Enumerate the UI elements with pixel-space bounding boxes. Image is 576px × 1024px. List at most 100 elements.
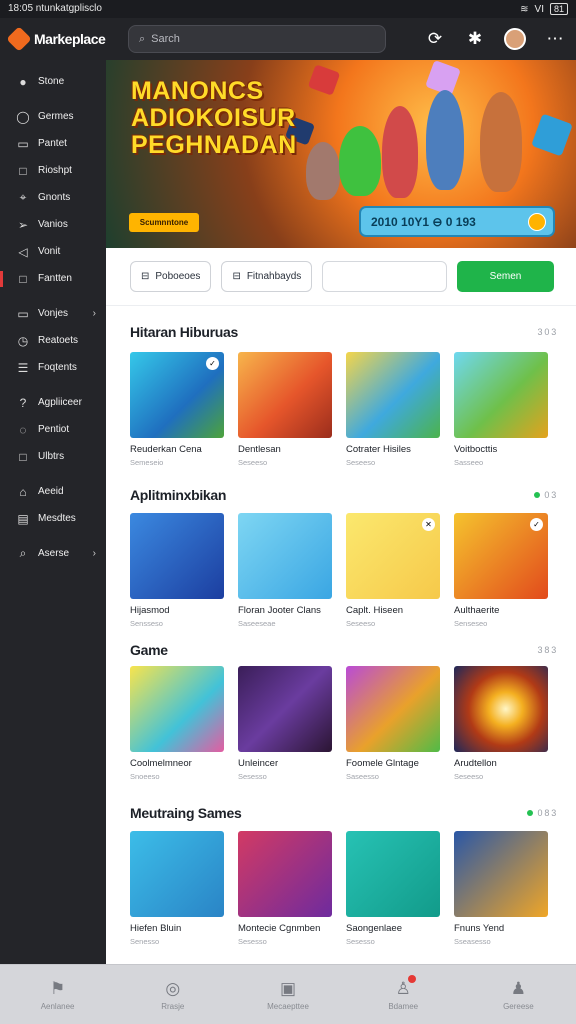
box-icon: □ <box>19 163 27 178</box>
sidebar-item-pentiot[interactable]: ◌ Pentiot <box>0 416 106 443</box>
card-subtitle: Sseasesso <box>454 937 491 946</box>
sidebar-item-label: Vonit <box>38 246 61 257</box>
sidebar-item-vonjes[interactable]: ▭ Vonjes › <box>0 300 106 327</box>
search-button[interactable]: Semen <box>457 261 554 292</box>
history-icon[interactable]: ⟳ <box>424 28 446 50</box>
sidebar-item-reatoets[interactable]: ◷ Reatoets <box>0 327 106 354</box>
sidebar-item-label: Ulbtrs <box>38 451 65 462</box>
tab-label: Gereese <box>503 1001 534 1011</box>
card-title: Floran Jooter Clans <box>238 605 321 616</box>
card-subtitle: Senseseo <box>454 619 488 628</box>
game-card[interactable]: Fnuns Yend Sseasesso <box>454 831 548 946</box>
hero-cta-button[interactable]: Scumnntone <box>129 213 199 232</box>
notification-dot-icon <box>407 975 416 983</box>
game-card[interactable]: Unleincer Sesesso <box>238 666 332 781</box>
card-title: Dentlesan <box>238 444 281 455</box>
filter-input[interactable] <box>322 261 447 292</box>
filter-chip-fitnahbayds[interactable]: ⊟ Fitnahbayds <box>221 261 313 292</box>
game-thumbnail <box>454 831 548 917</box>
tab-mecaepttee[interactable]: ▣ Mecaepttee <box>230 965 345 1024</box>
sidebar-item-vanios[interactable]: ➢ Vanios <box>0 211 106 238</box>
chevron-right-icon: › <box>92 548 96 559</box>
game-thumbnail: ✓ <box>130 352 224 438</box>
game-thumbnail <box>454 666 548 752</box>
avatar[interactable] <box>504 28 526 50</box>
card-title: Reuderkan Cena <box>130 444 202 455</box>
tab-label: Mecaepttee <box>267 1001 309 1011</box>
sidebar-item-label: Aeeid <box>38 486 64 497</box>
card-grid: Hiefen Bluin Senesso Montecie Cgnmben Sese… <box>130 831 556 946</box>
game-card[interactable]: Dentlesan Seseeso <box>238 352 332 467</box>
message-icon: ◌ <box>19 422 27 437</box>
game-card[interactable]: Hiefen Bluin Senesso <box>130 831 224 946</box>
app-logo[interactable]: Markeplace <box>6 26 128 52</box>
game-card[interactable]: Saongenlaee Sesesso <box>346 831 440 946</box>
user-icon: ♟ <box>510 978 527 998</box>
section-hitaran: Hitaran Hiburuas 3 0 3 ✓ Reuderkan Cena Se… <box>106 306 576 467</box>
sidebar-item-stone[interactable]: ● Stone <box>0 68 106 95</box>
hero-title: MANONCS ADIOKOISUR PEGHNADAN <box>131 78 297 159</box>
pin-icon: ⌖ <box>19 190 27 204</box>
tab-gereese[interactable]: ♟ Gereese <box>461 965 576 1024</box>
character-figure <box>339 126 381 196</box>
card-subtitle: Senesso <box>130 937 160 946</box>
game-card[interactable]: Hijasmod Sensseso <box>130 513 224 628</box>
game-card[interactable]: ✕ Caplt. Hiseen Seseeso <box>346 513 440 628</box>
game-card[interactable]: Cotrater Hisiles Seseeso <box>346 352 440 467</box>
sidebar-item-pantet[interactable]: ▭ Pantet <box>0 130 106 157</box>
card-title: Saongenlaee <box>346 923 402 934</box>
sidebar-item-mesdtes[interactable]: ▤ Mesdtes <box>0 505 106 532</box>
sidebar-item-vonit[interactable]: ◁ Vonit <box>0 238 106 265</box>
card-title: Voitbocttis <box>454 444 498 455</box>
chevron-right-icon: › <box>92 308 96 319</box>
sidebar-item-label: Mesdtes <box>38 513 76 524</box>
more-icon[interactable]: ⋯ <box>544 28 566 50</box>
chip-label: Poboeoes <box>155 271 201 282</box>
sidebar-item-label: Agpliiceer <box>38 397 82 408</box>
clock-icon: ◷ <box>17 333 29 348</box>
search-placeholder: Sarch <box>151 33 180 45</box>
game-card[interactable]: Arudtellon Seseeso <box>454 666 548 781</box>
filter-icon: ⊟ <box>232 271 241 282</box>
search-input[interactable]: ⌕ Sarch <box>128 25 386 53</box>
close-icon[interactable]: ✕ <box>422 518 435 531</box>
section-meta: 3 0 3 <box>537 327 556 337</box>
tab-aenlanee[interactable]: ⚑ Aenlanee <box>0 965 115 1024</box>
sidebar-item-aeeid[interactable]: ⌂ Aeeid <box>0 478 106 505</box>
sidebar-item-fantten[interactable]: □ Fantten <box>0 265 106 292</box>
game-card[interactable]: ✓ Aulthaerite Senseseo <box>454 513 548 628</box>
section-title: Hitaran Hiburuas <box>130 324 238 340</box>
sidebar-item-ulbtrs[interactable]: □ Ulbtrs <box>0 443 106 470</box>
sidebar-item-agpliiceer[interactable]: ? Agpliiceer <box>0 389 106 416</box>
sidebar-item-aserse[interactable]: ⌕ Aserse › <box>0 540 106 567</box>
meta-text: 3 0 3 <box>537 327 556 337</box>
sidebar-item-germes[interactable]: ◯ Germes <box>0 103 106 130</box>
sidebar-item-foqtents[interactable]: ☰ Foqtents <box>0 354 106 381</box>
game-card[interactable]: Montecie Cgnmben Sesesso <box>238 831 332 946</box>
hero-banner[interactable]: MANONCS ADIOKOISUR PEGHNADAN Scumnntone … <box>106 60 576 248</box>
sidebar-item-rioshpt[interactable]: □ Rioshpt <box>0 157 106 184</box>
card-title: Hiefen Bluin <box>130 923 182 934</box>
sidebar-item-label: Reatoets <box>38 335 79 346</box>
hero-title-line: ADIOKOISUR <box>131 104 296 132</box>
game-card[interactable]: Floran Jooter Clans Saseeseae <box>238 513 332 628</box>
sidebar-item-gnonts[interactable]: ⌖ Gnonts <box>0 184 106 211</box>
filter-chip-poboeoes[interactable]: ⊟ Poboeoes <box>130 261 212 292</box>
game-card[interactable]: Coolmelmneor Snoeeso <box>130 666 224 781</box>
tab-rrasje[interactable]: ◎ Rrasje <box>115 965 230 1024</box>
section-game: Game 3 8 3 Coolmelmneor Snoeeso Unleincer… <box>106 628 576 781</box>
counter-text: 2010 10Y1 ⊖ 0 193 <box>371 214 476 229</box>
game-card[interactable]: ✓ Reuderkan Cena Semeseio <box>130 352 224 467</box>
card-title: Foomele Glntage <box>346 758 419 769</box>
badge-icon: ✓ <box>206 357 219 370</box>
hero-counter[interactable]: 2010 10Y1 ⊖ 0 193 <box>359 206 555 237</box>
help-icon: ? <box>19 395 27 410</box>
game-card[interactable]: Foomele Glntage Saseesso <box>346 666 440 781</box>
hero-title-line: MANONCS <box>131 77 264 105</box>
game-card[interactable]: Voitbocttis Sasseeo <box>454 352 548 467</box>
tab-label: Aenlanee <box>40 1001 75 1011</box>
section-header: Game 3 8 3 <box>130 636 556 664</box>
notification-icon[interactable]: ✱ <box>464 28 486 50</box>
search-icon: ⌕ <box>19 546 27 560</box>
tab-bdamee[interactable]: ♙ Bdamee <box>346 965 461 1024</box>
